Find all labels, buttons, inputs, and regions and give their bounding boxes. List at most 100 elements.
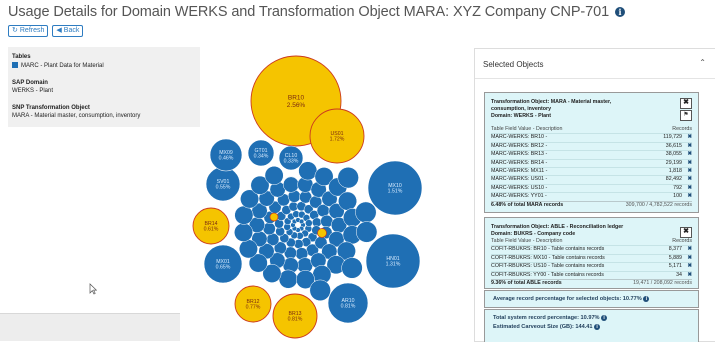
- remove-row-icon[interactable]: ✖: [682, 158, 692, 168]
- table-row[interactable]: MARC-WERKS: US01 -82,492 ✖: [491, 175, 692, 185]
- remove-row-icon[interactable]: ✖: [682, 245, 692, 255]
- small-bubble[interactable]: [264, 166, 284, 185]
- table-row[interactable]: MARC-WERKS: YY01 -100 ✖: [491, 192, 692, 202]
- field-value-desc: COFIT-RBUKRS: YY00 - Table contains reco…: [491, 270, 625, 280]
- bubble-br12[interactable]: BR120.77%: [234, 285, 272, 323]
- small-bubble[interactable]: [309, 279, 331, 301]
- table-row[interactable]: COFIT-RBUKRS: YY00 - Table contains reco…: [491, 270, 692, 280]
- table-row[interactable]: MARC-WERKS: US10 -792 ✖: [491, 183, 692, 193]
- selected-objects-panel: Selected Objects ⌃ Transformation Object…: [474, 48, 715, 342]
- record-count: 34: [624, 270, 682, 280]
- remove-row-icon[interactable]: ✖: [682, 183, 692, 193]
- bookmark-icon[interactable]: ⚑: [680, 110, 692, 121]
- field-value-desc: MARC-WERKS: YY01 -: [491, 192, 599, 202]
- remove-row-icon[interactable]: ✖: [682, 262, 692, 272]
- small-bubble[interactable]: [355, 221, 378, 243]
- field-value-desc: MARC-WERKS: BR10 -: [491, 133, 599, 143]
- record-count: 100: [598, 192, 682, 202]
- field-value-desc: COFIT-RBUKRS: BR10 - Table contains reco…: [491, 245, 625, 255]
- remove-row-icon[interactable]: ✖: [682, 175, 692, 185]
- record-count: 1,818: [598, 167, 682, 176]
- bubble-value-label: 0.34%: [254, 154, 269, 160]
- bubble-value-label: 0.77%: [246, 305, 261, 311]
- table-row[interactable]: COFIT-RBUKRS: BR10 - Table contains reco…: [491, 245, 692, 255]
- remove-row-icon[interactable]: ✖: [682, 141, 692, 151]
- card-title: Transformation Object: ABLE - Reconcilia…: [491, 224, 671, 238]
- bubble-value-label: 0.55%: [216, 185, 231, 191]
- remove-row-icon[interactable]: ✖: [682, 192, 692, 202]
- small-bubble[interactable]: [341, 257, 363, 279]
- field-value-desc: COFIT-RBUKRS: MX10 - Table contains reco…: [491, 253, 625, 263]
- remove-row-icon[interactable]: ✖: [682, 253, 692, 263]
- bubble-cl10[interactable]: CL100.33%: [278, 145, 304, 171]
- record-count: 36,615: [598, 141, 682, 151]
- card-title: Transformation Object: MARA - Material m…: [491, 99, 671, 120]
- small-bubble[interactable]: [337, 167, 359, 189]
- bubble-sv01[interactable]: SV010.55%: [205, 166, 241, 202]
- chevron-up-icon[interactable]: ⌃: [699, 58, 706, 67]
- bubble-chart: BR102.56%US011.72%MX101.51% HN011.31% BR13…: [192, 55, 423, 339]
- remove-row-icon[interactable]: ✖: [682, 167, 692, 176]
- table-row[interactable]: MARC-WERKS: BR12 -36,615 ✖: [491, 141, 692, 151]
- bubble-ar10[interactable]: AR100.81%: [327, 282, 369, 324]
- table-total-row: 9.36% of total ABLE records 19,471 / 208…: [491, 279, 692, 288]
- small-yellow-bubble[interactable]: [317, 228, 327, 238]
- small-bubble[interactable]: [355, 201, 377, 223]
- selected-objects-title: Selected Objects: [483, 60, 544, 69]
- small-bubble[interactable]: [234, 222, 253, 242]
- remove-row-icon[interactable]: ✖: [682, 133, 692, 143]
- table-row[interactable]: COFIT-RBUKRS: US10 - Table contains reco…: [491, 262, 692, 272]
- table-row[interactable]: MARC-WERKS: BR13 -38,055 ✖: [491, 150, 692, 160]
- record-count: 8,377: [624, 245, 682, 255]
- selected-objects-header[interactable]: Selected Objects ⌃: [475, 49, 715, 79]
- small-bubble[interactable]: [239, 239, 258, 259]
- bubble-value-label: 1.31%: [386, 262, 401, 268]
- bottom-bar: [0, 313, 180, 341]
- total-system-row: Total system record percentage: 10.97% i: [493, 315, 608, 321]
- small-bubble[interactable]: [305, 219, 313, 227]
- table-row[interactable]: MARC-WERKS: MX11 -1,818 ✖: [491, 167, 692, 176]
- total-label: 9.36% of total ABLE records: [491, 279, 625, 288]
- bubble-br14[interactable]: BR140.61%: [192, 207, 230, 245]
- table-row[interactable]: COFIT-RBUKRS: MX10 - Table contains reco…: [491, 253, 692, 263]
- info-icon[interactable]: i: [601, 315, 608, 321]
- small-bubble[interactable]: [282, 176, 300, 193]
- bubble-value-label: 0.65%: [216, 265, 231, 271]
- average-label: Average record percentage for selected o…: [493, 296, 642, 302]
- average-label-row: Average record percentage for selected o…: [493, 296, 650, 302]
- field-value-desc: MARC-WERKS: US10 -: [491, 183, 599, 193]
- bubble-br13[interactable]: BR130.81%: [272, 293, 318, 339]
- col-records-header: Records: [672, 238, 692, 244]
- card-title-line: Transformation Object: ABLE - Reconcilia…: [491, 224, 624, 230]
- remove-card-button[interactable]: ✖: [680, 227, 692, 238]
- remove-row-icon[interactable]: ✖: [682, 150, 692, 160]
- info-icon[interactable]: i: [643, 296, 650, 302]
- col-records-header: Records: [672, 126, 692, 132]
- info-icon[interactable]: i: [594, 324, 601, 330]
- table-row[interactable]: MARC-WERKS: BR14 -29,199 ✖: [491, 158, 692, 168]
- bubble-us01[interactable]: US011.72%: [309, 108, 365, 164]
- table-row[interactable]: MARC-WERKS: BR10 -119,729 ✖: [491, 133, 692, 143]
- info-icon[interactable]: i: [614, 7, 625, 17]
- total-system-label: Total system record percentage: 10.97%: [493, 315, 600, 321]
- small-yellow-bubble[interactable]: [269, 212, 279, 222]
- bubble-gt01[interactable]: GT010.34%: [247, 139, 275, 167]
- total-value: 309,700 / 4,782,522 records: [598, 200, 692, 210]
- field-value-desc: MARC-WERKS: BR13 -: [491, 150, 599, 160]
- bubble-name-label: BR10: [288, 95, 305, 102]
- bubble-value-label: 2.56%: [287, 102, 306, 109]
- bubble-mx10[interactable]: MX101.51%: [367, 160, 423, 216]
- small-bubbles: [234, 161, 378, 301]
- remove-card-button[interactable]: ✖: [680, 98, 692, 109]
- bubble-mx09[interactable]: MX090.46%: [209, 138, 243, 172]
- remove-row-icon[interactable]: ✖: [682, 270, 692, 280]
- system-totals-box: Total system record percentage: 10.97% i…: [484, 309, 699, 342]
- small-bubble[interactable]: [234, 205, 254, 225]
- small-bubble[interactable]: [278, 269, 298, 289]
- bubble-mx01[interactable]: MX010.65%: [203, 244, 243, 284]
- small-bubble[interactable]: [338, 191, 357, 211]
- bubble-hn01[interactable]: HN011.31%: [365, 233, 421, 289]
- bubble-value-label: 0.81%: [341, 304, 356, 310]
- total-label: 6.48% of total MARA records: [491, 200, 599, 210]
- record-count: 82,492: [598, 175, 682, 185]
